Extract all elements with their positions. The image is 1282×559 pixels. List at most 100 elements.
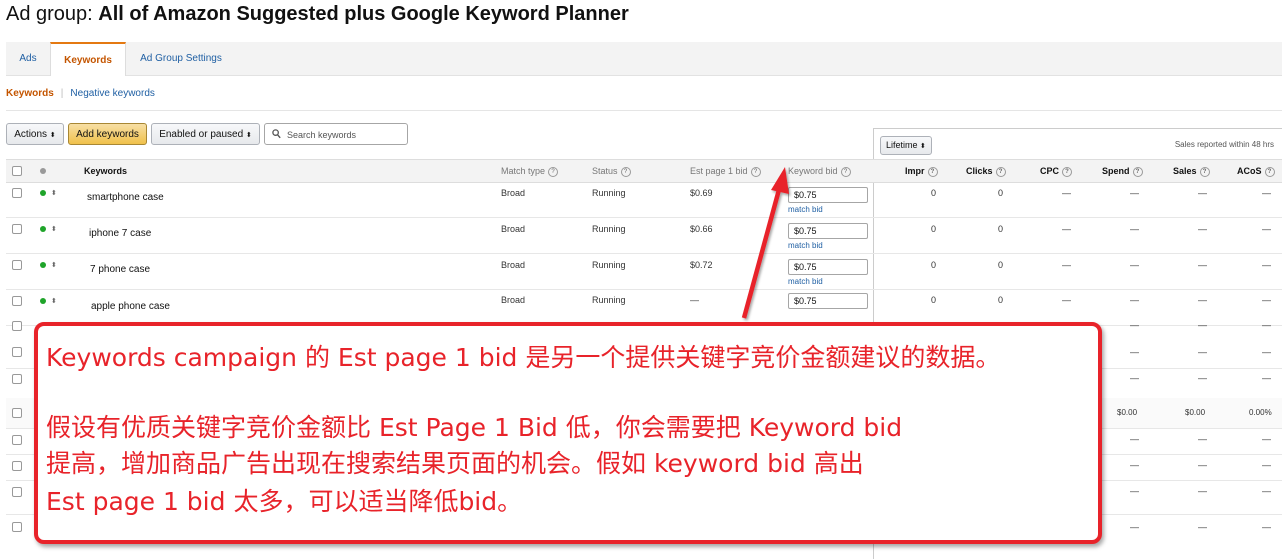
help-icon[interactable]: ? — [927, 166, 938, 177]
acos-value: — — [1262, 373, 1271, 383]
row-checkbox[interactable] — [12, 461, 22, 471]
annotation-callout: Keywords campaign 的 Est page 1 bid 是另一个提… — [34, 322, 1102, 544]
select-all-checkbox[interactable] — [12, 166, 22, 176]
row-checkbox[interactable] — [12, 522, 22, 532]
col-keyword-bid[interactable]: Keyword bid? — [788, 166, 851, 177]
col-keywords[interactable]: Keywords — [84, 166, 127, 176]
col-spend-label: Spend — [1102, 166, 1130, 176]
sales-note: Sales reported within 48 hrs — [1174, 140, 1274, 149]
acos-value: — — [1262, 224, 1271, 234]
keyword-text: 7 phone case — [90, 264, 151, 275]
row-checkbox[interactable] — [12, 408, 22, 418]
search-keywords-input[interactable] — [285, 126, 404, 144]
sales-value: — — [1198, 260, 1207, 270]
divider — [6, 110, 1282, 111]
col-match-type[interactable]: Match type? — [501, 166, 559, 177]
keyword-bid-input[interactable]: $0.75 — [788, 187, 868, 203]
updown-caret-icon[interactable]: ⬍ — [51, 189, 57, 197]
acos-value: — — [1262, 460, 1271, 470]
acos-value: — — [1262, 260, 1271, 270]
subnav-keywords[interactable]: Keywords — [6, 88, 54, 99]
help-icon[interactable]: ? — [995, 166, 1006, 177]
col-est-page1-bid[interactable]: Est page 1 bid? — [690, 166, 761, 177]
status-text: Running — [592, 260, 626, 270]
status-text: Running — [592, 188, 626, 198]
keyword-bid-input[interactable]: $0.75 — [788, 293, 868, 309]
row-checkbox[interactable] — [12, 260, 22, 270]
tab-keywords[interactable]: Keywords — [50, 42, 126, 76]
row-checkbox[interactable] — [12, 435, 22, 445]
col-cpc[interactable]: CPC? — [1040, 166, 1073, 177]
row-checkbox[interactable] — [12, 188, 22, 198]
enabled-status-icon[interactable] — [40, 262, 46, 268]
updown-caret-icon[interactable]: ⬍ — [51, 297, 57, 305]
help-icon[interactable]: ? — [840, 166, 851, 177]
acos-value: — — [1262, 434, 1271, 444]
spend-value: — — [1130, 260, 1139, 270]
annotation-line-1: Keywords campaign 的 Est page 1 bid 是另一个提… — [46, 343, 1001, 372]
date-range-label: Lifetime — [886, 140, 918, 150]
ad-group-name: All of Amazon Suggested plus Google Keyw… — [98, 3, 629, 25]
page-title-prefix: Ad group: — [6, 3, 93, 25]
row-checkbox[interactable] — [12, 296, 22, 306]
sales-value: — — [1198, 486, 1207, 496]
keyword-bid-input[interactable]: $0.75 — [788, 259, 868, 275]
help-icon[interactable]: ? — [1132, 166, 1143, 177]
keyword-text: smartphone case — [87, 192, 164, 203]
annotation-line-4: Est page 1 bid 太多，可以适当降低bid。 — [46, 487, 523, 516]
updown-caret-icon: ⬍ — [245, 132, 252, 139]
help-icon[interactable]: ? — [1264, 166, 1275, 177]
spend-value: — — [1130, 486, 1139, 496]
row-checkbox[interactable] — [12, 224, 22, 234]
col-sales[interactable]: Sales? — [1173, 166, 1210, 177]
table-row: ⬍ 7 phone case Broad Running $0.72 $0.75… — [6, 254, 1282, 290]
col-acos-label: ACoS — [1237, 166, 1262, 176]
cpc-value: — — [1062, 188, 1071, 198]
col-spend[interactable]: Spend? — [1102, 166, 1143, 177]
page-title: Ad group: All of Amazon Suggested plus G… — [6, 3, 629, 26]
est-page1-bid: — — [690, 295, 699, 305]
match-bid-link[interactable]: match bid — [788, 241, 823, 250]
status-filter-dropdown[interactable]: Enabled or paused ⬍ — [151, 123, 260, 145]
add-keywords-button[interactable]: Add keywords — [68, 123, 147, 145]
updown-caret-icon[interactable]: ⬍ — [51, 225, 57, 233]
spend-value: — — [1130, 522, 1139, 532]
enabled-status-icon[interactable] — [40, 226, 46, 232]
keyword-bid-input[interactable]: $0.75 — [788, 223, 868, 239]
enabled-status-icon[interactable] — [40, 190, 46, 196]
help-icon[interactable]: ? — [1062, 166, 1073, 177]
col-clicks[interactable]: Clicks? — [966, 166, 1006, 177]
col-keyword-bid-label: Keyword bid — [788, 166, 838, 176]
row-checkbox[interactable] — [12, 374, 22, 384]
date-range-dropdown[interactable]: Lifetime ⬍ — [880, 136, 932, 155]
spend-value: — — [1130, 224, 1139, 234]
help-icon[interactable]: ? — [548, 166, 559, 177]
col-acos[interactable]: ACoS? — [1237, 166, 1275, 177]
status-text: Running — [592, 224, 626, 234]
subnav-negative-keywords[interactable]: Negative keywords — [70, 88, 154, 99]
acos-value: — — [1262, 486, 1271, 496]
sub-navigation: Keywords | Negative keywords — [6, 88, 155, 99]
tab-ads[interactable]: Ads — [6, 42, 50, 75]
match-type: Broad — [501, 260, 526, 270]
row-checkbox[interactable] — [12, 321, 22, 331]
match-bid-link[interactable]: match bid — [788, 205, 823, 214]
help-icon[interactable]: ? — [620, 166, 631, 177]
clicks-value: 0 — [998, 260, 1004, 270]
acos-value: — — [1262, 295, 1271, 305]
actions-dropdown[interactable]: Actions ⬍ — [6, 123, 64, 145]
match-bid-link[interactable]: match bid — [788, 277, 823, 286]
col-status[interactable]: Status? — [592, 166, 631, 177]
enabled-status-icon[interactable] — [40, 298, 46, 304]
acos-value: — — [1262, 522, 1271, 532]
row-checkbox[interactable] — [12, 487, 22, 497]
help-icon[interactable]: ? — [750, 166, 761, 177]
tab-ad-group-settings[interactable]: Ad Group Settings — [126, 42, 236, 75]
row-checkbox[interactable] — [12, 347, 22, 357]
help-icon[interactable]: ? — [1199, 166, 1210, 177]
col-impr[interactable]: Impr? — [905, 166, 938, 177]
annotation-line-2: 假设有优质关键字竞价金额比 Est Page 1 Bid 低，你会需要把 Key… — [46, 413, 903, 442]
acos-value: — — [1262, 320, 1271, 330]
updown-caret-icon[interactable]: ⬍ — [51, 261, 57, 269]
keyword-text: iphone 7 case — [89, 228, 152, 239]
